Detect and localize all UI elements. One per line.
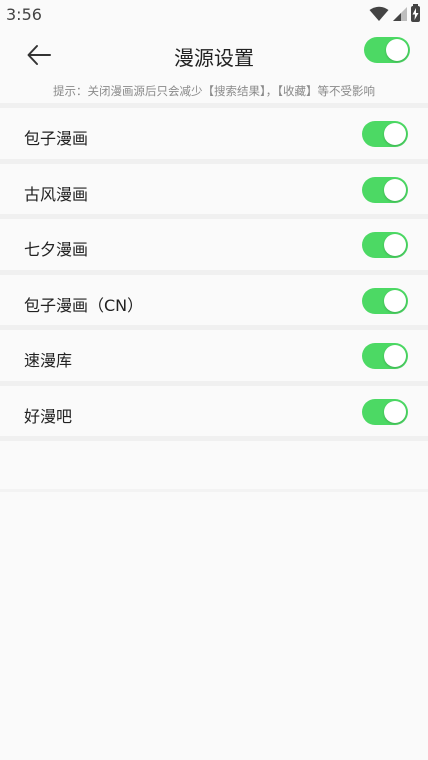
source-name: 包子漫画（CN） <box>24 295 144 315</box>
toggle-knob <box>384 234 406 256</box>
source-item-gufeng[interactable]: 古风漫画 <box>0 158 428 214</box>
source-item-haomanba[interactable]: 好漫吧 <box>0 380 428 436</box>
source-name: 包子漫画 <box>24 129 89 148</box>
status-bar: 3:56 <box>0 0 428 30</box>
toggle-knob <box>384 178 406 201</box>
source-toggle[interactable] <box>362 398 408 425</box>
charging-bolt-icon <box>412 8 419 20</box>
source-name: 七夕漫画 <box>24 240 89 259</box>
source-name: 古风漫画 <box>24 184 89 204</box>
signal-icon <box>393 7 407 21</box>
source-toggle[interactable] <box>362 287 408 314</box>
source-toggle[interactable] <box>362 121 408 147</box>
source-toggle[interactable] <box>362 343 408 369</box>
toggle-knob <box>384 345 406 367</box>
toggle-knob <box>384 289 406 312</box>
status-icons <box>369 4 420 22</box>
source-list: 包子漫画 古风漫画 七夕漫画 包子漫画（CN） 速漫库 好漫吧 <box>0 103 428 436</box>
source-item-baozi-cn[interactable]: 包子漫画（CN） <box>0 269 428 325</box>
master-toggle[interactable] <box>364 37 410 63</box>
source-toggle[interactable] <box>362 232 408 258</box>
header: 漫源设置 <box>0 30 428 80</box>
list-divider <box>0 436 428 441</box>
toggle-knob <box>386 39 408 61</box>
hint-text: 提示：关闭漫画源后只会减少【搜索结果】，【收藏】等不受影响 <box>53 84 375 98</box>
toggle-knob <box>384 123 406 145</box>
source-name: 好漫吧 <box>24 406 73 426</box>
source-item-qixi[interactable]: 七夕漫画 <box>0 214 428 270</box>
source-item-sumanku[interactable]: 速漫库 <box>0 325 428 381</box>
battery-icon <box>411 4 420 22</box>
source-item-baozi[interactable]: 包子漫画 <box>0 103 428 159</box>
list-divider <box>0 489 428 492</box>
source-name: 速漫库 <box>24 351 73 370</box>
status-time: 3:56 <box>6 5 42 24</box>
toggle-knob <box>384 400 406 423</box>
wifi-icon <box>369 6 389 21</box>
source-toggle[interactable] <box>362 176 408 203</box>
